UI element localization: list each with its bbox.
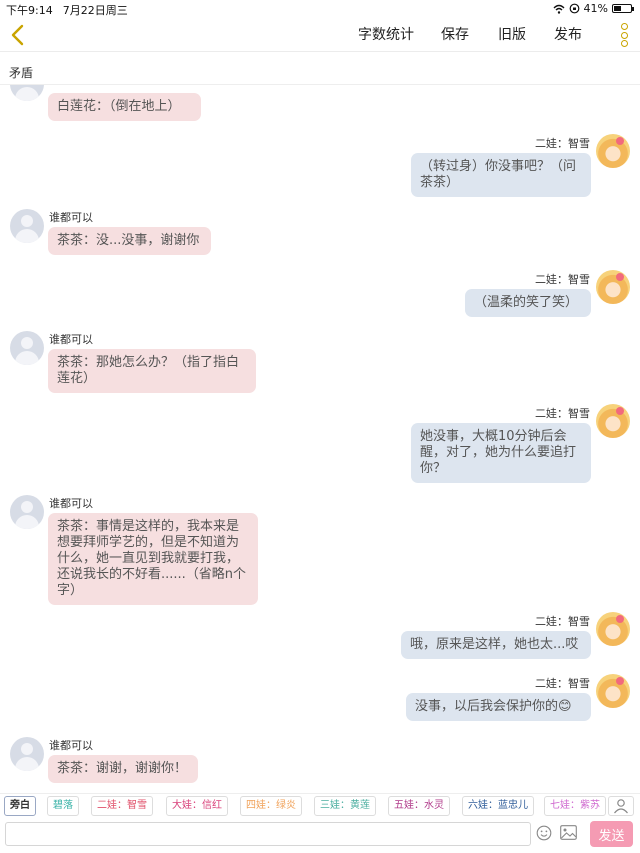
sender-name: 谁都可以 [49,497,93,510]
avatar-zhixue [596,612,630,646]
image-icon[interactable] [560,825,577,840]
message-bubble-right: 没事，以后我会保护你的😊 [406,693,591,721]
sender-name: 谁都可以 [49,211,93,224]
status-time: 下午9:14 [6,4,53,17]
old-version-button[interactable]: 旧版 [498,24,526,44]
sender-name: 二娃：智雪 [535,407,590,420]
person-icon [614,799,628,814]
sender-name: 二娃：智雪 [535,677,590,690]
battery-icon [612,4,634,13]
orientation-lock-icon [569,3,579,14]
avatar-zhixue [596,134,630,168]
send-button[interactable]: 发送 [590,821,633,847]
back-chevron-icon[interactable] [8,23,28,47]
role-chip[interactable]: 四娃：绿炎 [240,796,302,816]
sender-name: 二娃：智雪 [535,273,590,286]
avatar-default [10,737,44,771]
save-button[interactable]: 保存 [441,24,469,44]
role-chip[interactable]: 大娃：信红 [166,796,228,816]
status-bar: 下午9:14 7月22日周三 41% [0,0,640,18]
chat-area[interactable]: 白莲花：（倒在地上） 二娃：智雪 （转过身）你没事吧？（问茶茶） 谁都可以 茶茶… [0,85,640,785]
message-bubble-right: （转过身）你没事吧？（问茶茶） [411,153,591,197]
avatar-default [10,495,44,529]
message-bubble-right: 她没事，大概10分钟后会醒，对了，她为什么要追打你？ [411,423,591,483]
sender-name: 二娃：智雪 [535,615,590,628]
role-selector: 旁白 碧落 二娃：智雪 大娃：信红 四娃：绿炎 三娃：黄莲 五娃：水灵 六娃：蓝… [0,793,640,817]
role-manage-button[interactable] [608,796,634,816]
role-chip[interactable]: 二娃：智雪 [91,796,153,816]
role-chip[interactable]: 五娃：水灵 [388,796,450,816]
more-options-icon[interactable] [620,23,628,47]
sender-name: 谁都可以 [49,333,93,346]
emoji-icon[interactable] [536,825,552,841]
composer: 发送 [0,820,640,853]
message-bubble-left: 白莲花：（倒在地上） [48,93,201,121]
role-chip[interactable]: 六娃：蓝忠儿 [462,796,534,816]
message-bubble-left: 茶茶：事情是这样的，我本来是想要拜师学艺的，但是不知道为什么，她一直见到我就要打… [48,513,258,605]
status-left: 下午9:14 7月22日周三 [6,2,128,18]
message-input[interactable] [5,822,531,846]
wifi-icon [553,4,565,14]
word-count-button[interactable]: 字数统计 [358,24,414,44]
message-bubble-left: 茶茶：那她怎么办？（指了指白莲花） [48,349,256,393]
avatar-default [10,331,44,365]
role-chip-narrator[interactable]: 旁白 [4,796,36,816]
avatar-zhixue [596,674,630,708]
avatar-zhixue [596,270,630,304]
avatar-default [10,209,44,243]
role-chip[interactable]: 七娃：紫苏 [544,796,606,816]
status-date: 7月22日周三 [62,4,128,17]
message-bubble-right: 哦，原来是这样，她也太...哎 [401,631,591,659]
document-title: 矛盾 [9,66,34,80]
status-right: 41% [553,2,634,15]
toolbar: 字数统计 保存 旧版 发布 [0,18,640,52]
sender-name: 二娃：智雪 [535,137,590,150]
avatar-zhixue [596,404,630,438]
message-bubble-left: 茶茶：没...没事，谢谢你 [48,227,211,255]
sender-name: 谁都可以 [49,739,93,752]
role-chip[interactable]: 碧落 [47,796,79,816]
message-bubble-left: 茶茶：谢谢，谢谢你！ [48,755,198,783]
avatar-default [10,85,44,101]
message-bubble-right: （温柔的笑了笑） [465,289,591,317]
role-chip[interactable]: 三娃：黄莲 [314,796,376,816]
publish-button[interactable]: 发布 [554,24,582,44]
battery-percent: 41% [583,2,608,15]
